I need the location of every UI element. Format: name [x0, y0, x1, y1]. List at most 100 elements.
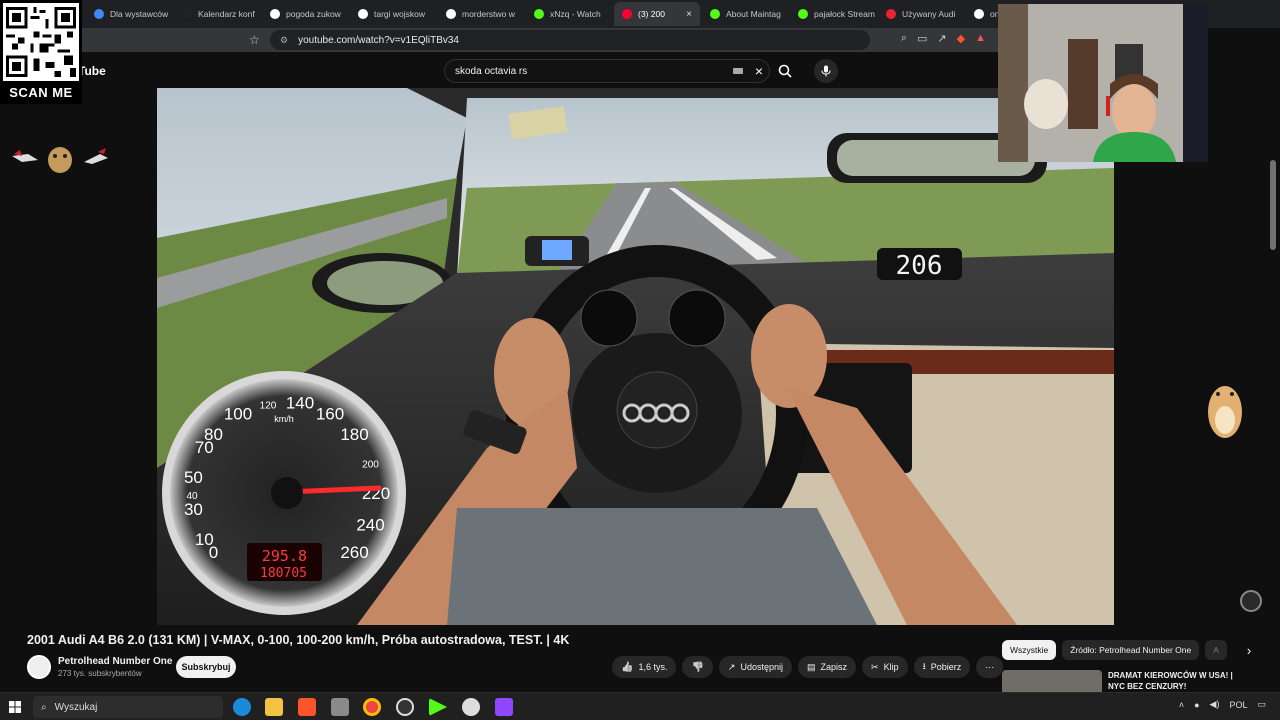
- chrome-icon[interactable]: [363, 698, 381, 716]
- obs-icon[interactable]: [396, 698, 414, 716]
- channel-avatar[interactable]: [27, 655, 51, 679]
- speedometer-tick-label: 80: [204, 425, 223, 444]
- kick-icon[interactable]: [429, 698, 447, 716]
- edge-icon[interactable]: [233, 698, 251, 716]
- page-scrollbar[interactable]: [1270, 160, 1276, 250]
- notification-icon[interactable]: ▭: [1257, 699, 1266, 710]
- download-button[interactable]: ⭳ Pobierz: [913, 656, 971, 678]
- search-button[interactable]: [770, 59, 800, 83]
- speedometer-tick-label: 30: [184, 500, 203, 519]
- tab-label: morderstwo w: [462, 9, 515, 19]
- windows-start-icon[interactable]: [9, 701, 21, 713]
- bookmark-icon[interactable]: ☆: [249, 33, 260, 47]
- microphone-icon: [821, 65, 831, 77]
- tab-label: About Maintag: [726, 9, 781, 19]
- search-input[interactable]: skoda octavia rs ×: [444, 59, 770, 83]
- subscriber-count: 273 tys. subskrybentów: [58, 669, 142, 678]
- tab-close-icon[interactable]: ×: [686, 9, 692, 20]
- speedometer-tick-label: 160: [316, 404, 344, 423]
- channel-name[interactable]: Petrolhead Number One: [58, 656, 172, 667]
- brave-icon[interactable]: [298, 698, 316, 716]
- chip-more[interactable]: A: [1205, 640, 1227, 660]
- speedometer-hub: [271, 477, 303, 509]
- chip-channel-source[interactable]: Źródło: Petrolhead Number One: [1062, 640, 1200, 660]
- browser-tab[interactable]: Dla wystawców: [86, 2, 172, 26]
- windows-taskbar: ⌕ Wyszukaj ˄ ● ◀) POL ▭: [0, 692, 1280, 720]
- settings-icon[interactable]: [462, 698, 480, 716]
- tab-favicon-icon: [534, 9, 544, 19]
- search-icon: [778, 64, 792, 78]
- clear-search-icon[interactable]: ×: [755, 63, 763, 79]
- browser-tab[interactable]: pogoda zukow: [262, 2, 348, 26]
- tab-label: Używany Audi: [902, 9, 956, 19]
- qr-scan-label: SCAN ME: [9, 85, 73, 100]
- video-player[interactable]: 206 0 10 30 50 70 80 100 140 160 180 220 2: [157, 88, 1114, 625]
- dislike-icon: 👎: [691, 661, 704, 673]
- browser-tab[interactable]: Kalendarz konf: [174, 2, 260, 26]
- webcam-overlay: [998, 4, 1208, 162]
- brave-rewards-icon[interactable]: ▲: [975, 32, 986, 45]
- taskbar-search-placeholder: Wyszukaj: [54, 701, 98, 713]
- language-indicator[interactable]: POL: [1229, 700, 1247, 710]
- like-count: 1,6 tys.: [638, 662, 668, 672]
- tab-label: pajałock Stream: [814, 9, 875, 19]
- tab-label: (3) 200: [638, 9, 665, 19]
- volume-icon[interactable]: ◀): [1210, 699, 1220, 710]
- file-explorer-icon[interactable]: [265, 698, 283, 716]
- save-icon: ▤: [807, 661, 816, 672]
- like-button[interactable]: 👍 1,6 tys.: [612, 656, 677, 678]
- webcam-image: [998, 4, 1208, 162]
- zoom-icon[interactable]: ⌕: [901, 32, 907, 45]
- recommendation-chips: Wszystkie Źródło: Petrolhead Number One …: [1002, 640, 1251, 660]
- like-icon: 👍: [621, 661, 634, 673]
- gps-speed-display: 206: [896, 251, 943, 281]
- tray-chevron-icon[interactable]: ˄: [1179, 700, 1184, 710]
- youtube-logo[interactable]: Tube: [78, 64, 106, 78]
- browser-tab[interactable]: About Maintag: [702, 2, 788, 26]
- browser-tab[interactable]: xNzq - Watch: [526, 2, 612, 26]
- keyboard-icon[interactable]: [733, 68, 743, 74]
- clip-button[interactable]: ✂ Klip: [862, 656, 908, 678]
- site-info-icon[interactable]: ⚙: [280, 35, 288, 46]
- browser-tab[interactable]: pajałock Stream: [790, 2, 876, 26]
- streamer-app-icon[interactable]: [495, 698, 513, 716]
- share-button[interactable]: ↗ Udostępnij: [718, 656, 792, 678]
- cast-icon[interactable]: ▭: [917, 32, 927, 45]
- youtube-header: Tube skoda octavia rs ×: [0, 52, 1000, 88]
- tab-favicon-icon: [798, 9, 808, 19]
- dislike-button[interactable]: 👎: [682, 656, 713, 678]
- browser-tab[interactable]: Używany Audi: [878, 2, 964, 26]
- speedometer-tick-label: 260: [340, 543, 368, 562]
- save-button[interactable]: ▤ Zapisz: [798, 656, 857, 678]
- search-query: skoda octavia rs: [455, 65, 528, 77]
- app-icon[interactable]: [331, 698, 349, 716]
- subscribe-button[interactable]: Subskrybuj: [176, 656, 236, 678]
- more-icon: ⋯: [985, 661, 995, 672]
- tab-favicon-icon: [446, 9, 456, 19]
- url-field[interactable]: ⚙ youtube.com/watch?v=v1EQliTBv34: [270, 30, 870, 50]
- voice-search-button[interactable]: [814, 59, 838, 83]
- chip-all[interactable]: Wszystkie: [1002, 640, 1057, 660]
- browser-tab[interactable]: targi wojskow: [350, 2, 436, 26]
- share-page-icon[interactable]: ↗: [937, 32, 946, 45]
- steering-wheel-icon[interactable]: [1240, 590, 1262, 612]
- brave-shield-icon[interactable]: ◆: [957, 32, 965, 45]
- speedometer-readout: 295.8: [262, 547, 307, 565]
- tab-label: Kalendarz konf: [198, 9, 255, 19]
- speedometer-tick-label: 40: [186, 491, 198, 502]
- recommended-title[interactable]: DRAMAT KIEROWCÓW W USA! | NYC BEZ CENZUR…: [1108, 670, 1248, 692]
- chevron-right-icon[interactable]: ›: [1247, 643, 1251, 658]
- browser-tab[interactable]: (3) 200 ×: [614, 2, 700, 26]
- tray-mic-icon[interactable]: ●: [1194, 700, 1199, 710]
- speedometer-tick-label: 50: [184, 468, 203, 487]
- address-bar: ☆ ⚙ youtube.com/watch?v=v1EQliTBv34 ⌕ ▭ …: [0, 28, 1000, 52]
- browser-tab[interactable]: morderstwo w: [438, 2, 524, 26]
- system-tray: ˄ ● ◀) POL ▭: [1179, 699, 1266, 710]
- speedometer-tick-label: 10: [195, 530, 214, 549]
- more-actions-button[interactable]: ⋯: [976, 656, 1004, 678]
- tab-favicon-icon: [974, 9, 984, 19]
- qr-code-image: [3, 3, 79, 81]
- tab-favicon-icon: [622, 9, 632, 19]
- taskbar-search[interactable]: ⌕ Wyszukaj: [33, 696, 223, 718]
- cat-emote-overlay: [12, 147, 108, 173]
